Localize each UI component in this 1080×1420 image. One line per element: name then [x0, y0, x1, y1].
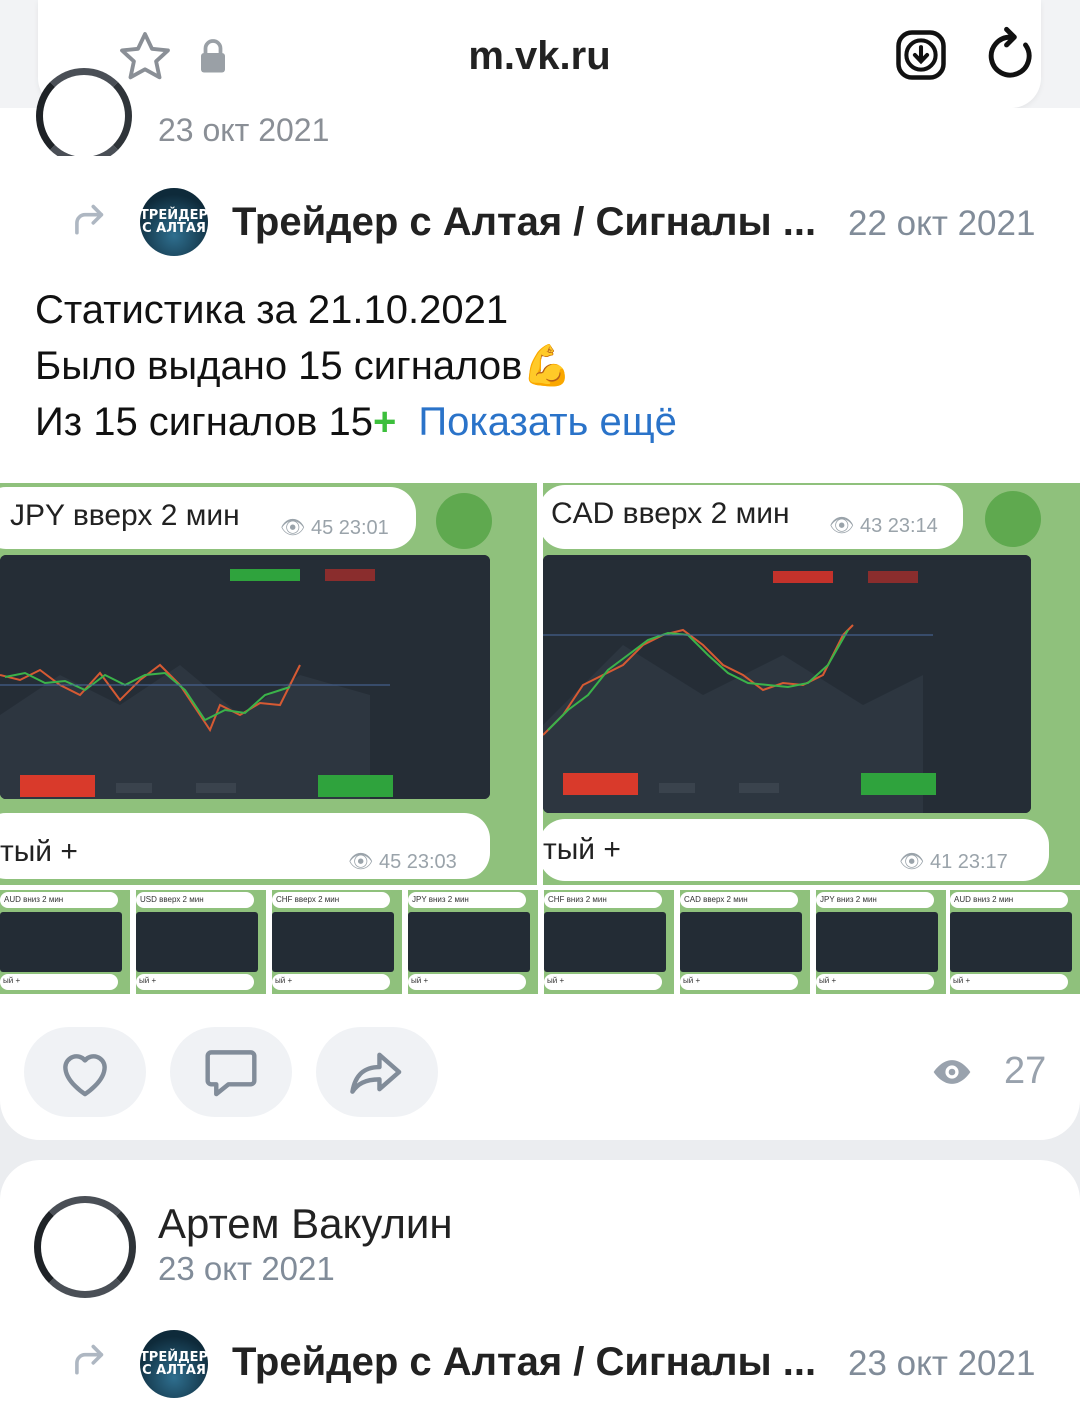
share-icon	[350, 1052, 402, 1094]
forward-icon	[985, 491, 1041, 547]
message-meta: 👁 41 23:17	[899, 851, 1008, 873]
plus-icon: +	[372, 400, 397, 444]
like-button[interactable]	[24, 1027, 146, 1117]
author-avatar[interactable]	[34, 1196, 136, 1298]
reload-icon[interactable]	[984, 26, 1038, 89]
url-text[interactable]: m.vk.ru	[38, 34, 1041, 79]
repost-source-avatar[interactable]: ТРЕЙДЕР С АЛТАЯ	[140, 1330, 208, 1398]
repost-source-avatar[interactable]: ТРЕЙДЕР С АЛТАЯ	[140, 188, 208, 256]
forward-icon	[436, 493, 492, 549]
caption-text: тый +	[543, 833, 621, 866]
heart-icon	[63, 1054, 107, 1097]
caption-text: тый +	[0, 835, 78, 868]
chart-screenshot	[0, 555, 490, 799]
message-meta: 👁 43 23:14	[829, 515, 938, 537]
views-count: 27	[1004, 1050, 1047, 1092]
gallery-thumbnail[interactable]: CAD вверх 2 мин ый +	[680, 890, 810, 994]
message-text: CAD вверх 2 мин	[551, 497, 790, 530]
views-counter: 27	[930, 1050, 1046, 1096]
gallery-thumbnail[interactable]: AUD вниз 2 мин ый +	[950, 890, 1080, 994]
show-more-link[interactable]: Показать ещё	[418, 400, 677, 444]
photo-gallery: JPY вверх 2 мин 👁 45 23:01 тый + 👁 45 23…	[0, 483, 1080, 885]
flexed-biceps-icon: 💪	[522, 344, 573, 388]
repost-source-name[interactable]: Трейдер с Алтая / Сигналы ...	[232, 1340, 816, 1385]
gallery-photo[interactable]: CAD вверх 2 мин 👁 43 23:14 тый + 👁 41 23…	[543, 483, 1080, 885]
message-text: JPY вверх 2 мин	[10, 499, 240, 532]
gallery-thumbnail[interactable]: CHF вниз 2 мин ый +	[544, 890, 674, 994]
post-card: ТРЕЙДЕР С АЛТАЯ Трейдер с Алтая / Сигнал…	[0, 1160, 1080, 1420]
gallery-thumbnail[interactable]: JPY вниз 2 мин ый +	[408, 890, 538, 994]
repost-arrow-icon	[70, 200, 110, 241]
comment-button[interactable]	[170, 1027, 292, 1117]
repost-arrow-icon	[70, 1340, 110, 1381]
address-bar[interactable]: m.vk.ru	[38, 0, 1041, 108]
post-text: Статистика за 21.10.2021 Было выдано 15 …	[35, 282, 677, 450]
message-meta: 👁 45 23:03	[348, 851, 457, 873]
gallery-thumbnail[interactable]: JPY вниз 2 мин ый +	[816, 890, 946, 994]
browser-toolbar: m.vk.ru	[0, 0, 1080, 122]
eye-icon	[933, 1060, 971, 1084]
repost-date: 22 окт 2021	[848, 204, 1036, 243]
prev-avatar	[36, 68, 132, 156]
gallery-thumbnail[interactable]: AUD вниз 2 мин ый +	[0, 890, 130, 994]
author-name[interactable]: Артем Вакулин	[158, 1200, 453, 1248]
prev-post-date: 23 окт 2021	[158, 112, 330, 144]
text-line: Из 15 сигналов 15+ Показать ещё	[35, 400, 677, 444]
message-meta: 👁 45 23:01	[280, 517, 389, 539]
repost-source-name[interactable]: Трейдер с Алтая / Сигналы ...	[232, 200, 816, 245]
share-button[interactable]	[316, 1027, 438, 1117]
text-line: Статистика за 21.10.2021	[35, 288, 509, 332]
gallery-thumbnail[interactable]: CHF вверх 2 мин ый +	[272, 890, 402, 994]
comment-icon	[205, 1050, 257, 1097]
gallery-photo[interactable]: JPY вверх 2 мин 👁 45 23:01 тый + 👁 45 23…	[0, 483, 537, 885]
repost-date: 23 окт 2021	[848, 1344, 1036, 1383]
gallery-thumbnail[interactable]: USD вверх 2 мин ый +	[136, 890, 266, 994]
download-icon[interactable]	[894, 28, 948, 87]
gallery-thumbnails: AUD вниз 2 мин ый + USD вверх 2 мин ый + C…	[0, 890, 1080, 994]
chart-screenshot	[543, 555, 1031, 813]
text-line: Было выдано 15 сигналов💪	[35, 344, 573, 388]
post-date: 23 окт 2021	[158, 1250, 335, 1287]
